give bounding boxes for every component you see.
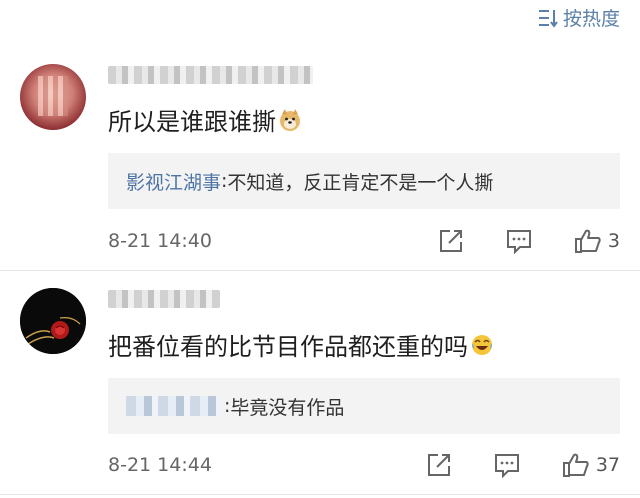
laugh-cry-emoji-icon xyxy=(472,334,492,355)
share-icon xyxy=(439,230,462,252)
comment-meta: 8-21 14:44 37 xyxy=(108,450,620,480)
sort-bar: 按热度 xyxy=(0,0,640,34)
like-count: 37 xyxy=(595,454,620,476)
action-bar: 37 xyxy=(426,450,620,480)
like-button[interactable]: 3 xyxy=(574,228,620,254)
username-blurred[interactable] xyxy=(108,290,220,308)
avatar[interactable] xyxy=(20,288,86,354)
comment-icon xyxy=(494,454,519,478)
doge-emoji-icon xyxy=(280,108,300,131)
comment-button[interactable] xyxy=(506,228,532,254)
share-button[interactable] xyxy=(426,452,452,478)
reply-box[interactable]: : 毕竟没有作品 xyxy=(108,378,620,434)
comment-button[interactable] xyxy=(494,452,520,478)
share-icon xyxy=(427,454,450,476)
thumbs-up-icon xyxy=(574,229,601,253)
reply-text: 不知道，反正肯定不是一个人撕 xyxy=(227,171,494,194)
rose-avatar-image xyxy=(20,288,86,354)
comment-text: 所以是谁跟谁撕 xyxy=(108,102,302,137)
comment-text: 把番位看的比节目作品都还重的吗 xyxy=(108,327,494,362)
comment-meta: 8-21 14:40 3 xyxy=(108,226,620,256)
action-bar: 3 xyxy=(438,226,620,256)
reply-box[interactable]: 影视江湖事 : 不知道，反正肯定不是一个人撕 xyxy=(108,153,620,209)
avatar[interactable] xyxy=(20,64,86,130)
sort-label: 按热度 xyxy=(562,8,620,30)
reply-author-link[interactable]: 影视江湖事 xyxy=(126,168,221,195)
thumbs-up-icon xyxy=(562,453,589,477)
like-count: 3 xyxy=(607,230,620,252)
username-blurred[interactable] xyxy=(108,66,313,84)
divider xyxy=(0,494,640,495)
pixelated-face xyxy=(38,76,68,116)
share-button[interactable] xyxy=(438,228,464,254)
like-button[interactable]: 37 xyxy=(562,452,620,478)
timestamp: 8-21 14:44 xyxy=(108,454,212,476)
reply-text: 毕竟没有作品 xyxy=(230,396,345,419)
comment-icon xyxy=(506,230,531,254)
sort-list-icon xyxy=(538,9,558,28)
sort-by-hot-button[interactable]: 按热度 xyxy=(537,4,620,31)
timestamp: 8-21 14:40 xyxy=(108,230,212,252)
reply-author-blurred[interactable] xyxy=(126,396,222,416)
divider xyxy=(0,270,640,271)
